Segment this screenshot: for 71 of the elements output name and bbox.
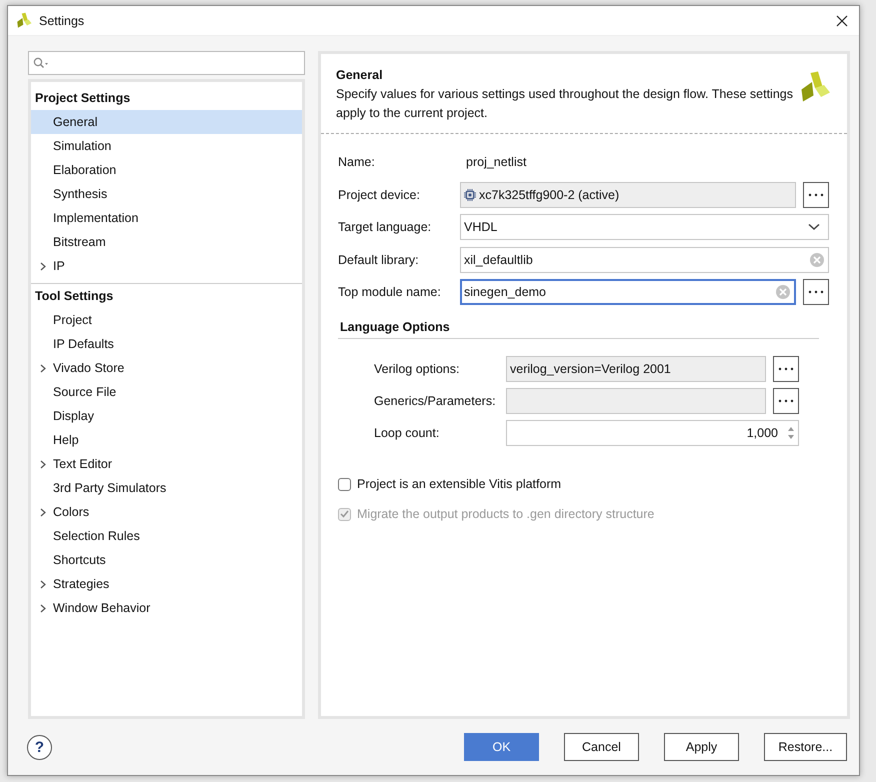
section-title: Language Options [338, 320, 819, 339]
tree-item[interactable]: Text Editor [31, 452, 302, 476]
tree-item[interactable]: Source File [31, 380, 302, 404]
tree-item[interactable]: Project [31, 308, 302, 332]
field-label: Target language: [338, 220, 432, 234]
dialog-button[interactable]: Cancel [564, 733, 639, 761]
window-title: Settings [39, 14, 86, 28]
field-label: Generics/Parameters: [374, 394, 497, 408]
field-label: Project device: [338, 188, 421, 202]
field-label: Verilog options: [374, 362, 460, 376]
tree-item[interactable]: IP Defaults [31, 332, 302, 356]
field-label: Loop count: [374, 426, 440, 440]
dropdown[interactable]: VHDL [460, 214, 829, 240]
ellipsis-icon [778, 399, 794, 403]
tree-item[interactable]: Selection Rules [31, 524, 302, 548]
page-description: Specify values for various settings used throughout the design flow. These settings apply to the current project. [336, 86, 794, 122]
checkbox[interactable] [338, 478, 351, 490]
chevron-down-icon [808, 223, 820, 231]
app-logo-icon [15, 12, 33, 30]
field-label: Name: [338, 155, 376, 169]
expand-caret-icon[interactable] [40, 460, 46, 469]
tree-item[interactable]: Bitstream [31, 230, 302, 254]
close-icon [836, 14, 848, 26]
expand-caret-icon[interactable] [40, 580, 46, 589]
browse-button[interactable] [803, 279, 829, 305]
tree-item[interactable]: Window Behavior [31, 596, 302, 620]
tree-item[interactable]: Vivado Store [31, 356, 302, 380]
number-spinner[interactable]: 1,000 [506, 420, 799, 446]
dialog-button[interactable]: Restore... [764, 733, 847, 761]
tree-item[interactable]: IP [31, 254, 302, 278]
expand-caret-icon[interactable] [40, 508, 46, 517]
tree-item[interactable]: Help [31, 428, 302, 452]
search-field[interactable] [28, 51, 305, 75]
tree-section-header: Tool Settings [31, 283, 302, 308]
browse-button[interactable] [803, 182, 829, 208]
readonly-field[interactable]: xc7k325tffg900-2 (active) [460, 182, 796, 208]
tree-item[interactable]: Elaboration [31, 158, 302, 182]
page-title: General [336, 68, 384, 82]
field-label: Top module name: [338, 285, 442, 299]
tree-section-header: Project Settings [34, 90, 132, 107]
tree-item[interactable]: Synthesis [31, 182, 302, 206]
search-icon [33, 57, 49, 69]
ellipsis-icon [778, 367, 794, 371]
input-field[interactable]: sinegen_demo [460, 279, 796, 305]
expand-caret-icon[interactable] [40, 604, 46, 613]
tree-item[interactable]: Strategies [31, 572, 302, 596]
dialog-button[interactable]: Apply [664, 733, 739, 761]
field-label: Default library: [338, 252, 420, 266]
browse-button[interactable] [773, 356, 799, 382]
readonly-field[interactable]: verilog_version=Verilog 2001 [506, 356, 766, 382]
name-value: proj_netlist [465, 155, 526, 169]
ellipsis-icon [808, 192, 824, 196]
spinner-arrows-icon[interactable] [787, 426, 795, 440]
dialog-button[interactable]: OK [464, 733, 539, 761]
tree-item[interactable]: General [31, 110, 302, 134]
checkbox-label: Project is an extensible Vitis platform [357, 477, 562, 491]
ellipsis-icon [808, 290, 824, 294]
tree-item[interactable]: 3rd Party Simulators [31, 476, 302, 500]
browse-button[interactable] [773, 388, 799, 414]
checkbox-label: Migrate the output products to .gen directory structure [357, 507, 654, 521]
input-field[interactable]: xil_defaultlib [460, 246, 829, 272]
expand-caret-icon[interactable] [40, 262, 46, 271]
tree-item[interactable]: Implementation [31, 206, 302, 230]
chip-icon [464, 188, 476, 200]
tree-item[interactable]: Colors [31, 500, 302, 524]
readonly-field[interactable] [506, 388, 766, 414]
tree-item[interactable]: Shortcuts [31, 548, 302, 572]
tree-item[interactable]: Simulation [31, 134, 302, 158]
help-button[interactable]: ? [27, 734, 52, 760]
tree-item[interactable]: Display [31, 404, 302, 428]
expand-caret-icon[interactable] [40, 364, 46, 373]
